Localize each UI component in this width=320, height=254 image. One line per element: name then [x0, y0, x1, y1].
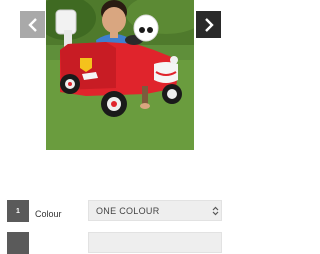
chevron-right-icon	[204, 17, 214, 32]
step-badge	[7, 232, 29, 254]
chevron-left-icon	[27, 17, 37, 32]
previous-image-button[interactable]	[20, 11, 45, 38]
step-badge: 1	[7, 200, 29, 222]
colour-select-value: ONE COLOUR	[96, 205, 160, 216]
select-arrows-icon	[209, 206, 221, 216]
option-2-select[interactable]	[88, 232, 222, 253]
colour-select[interactable]: ONE COLOUR	[88, 200, 222, 221]
product-gallery	[46, 0, 194, 150]
product-image	[46, 0, 194, 150]
next-image-button[interactable]	[196, 11, 221, 38]
colour-label: Colour	[35, 209, 62, 219]
